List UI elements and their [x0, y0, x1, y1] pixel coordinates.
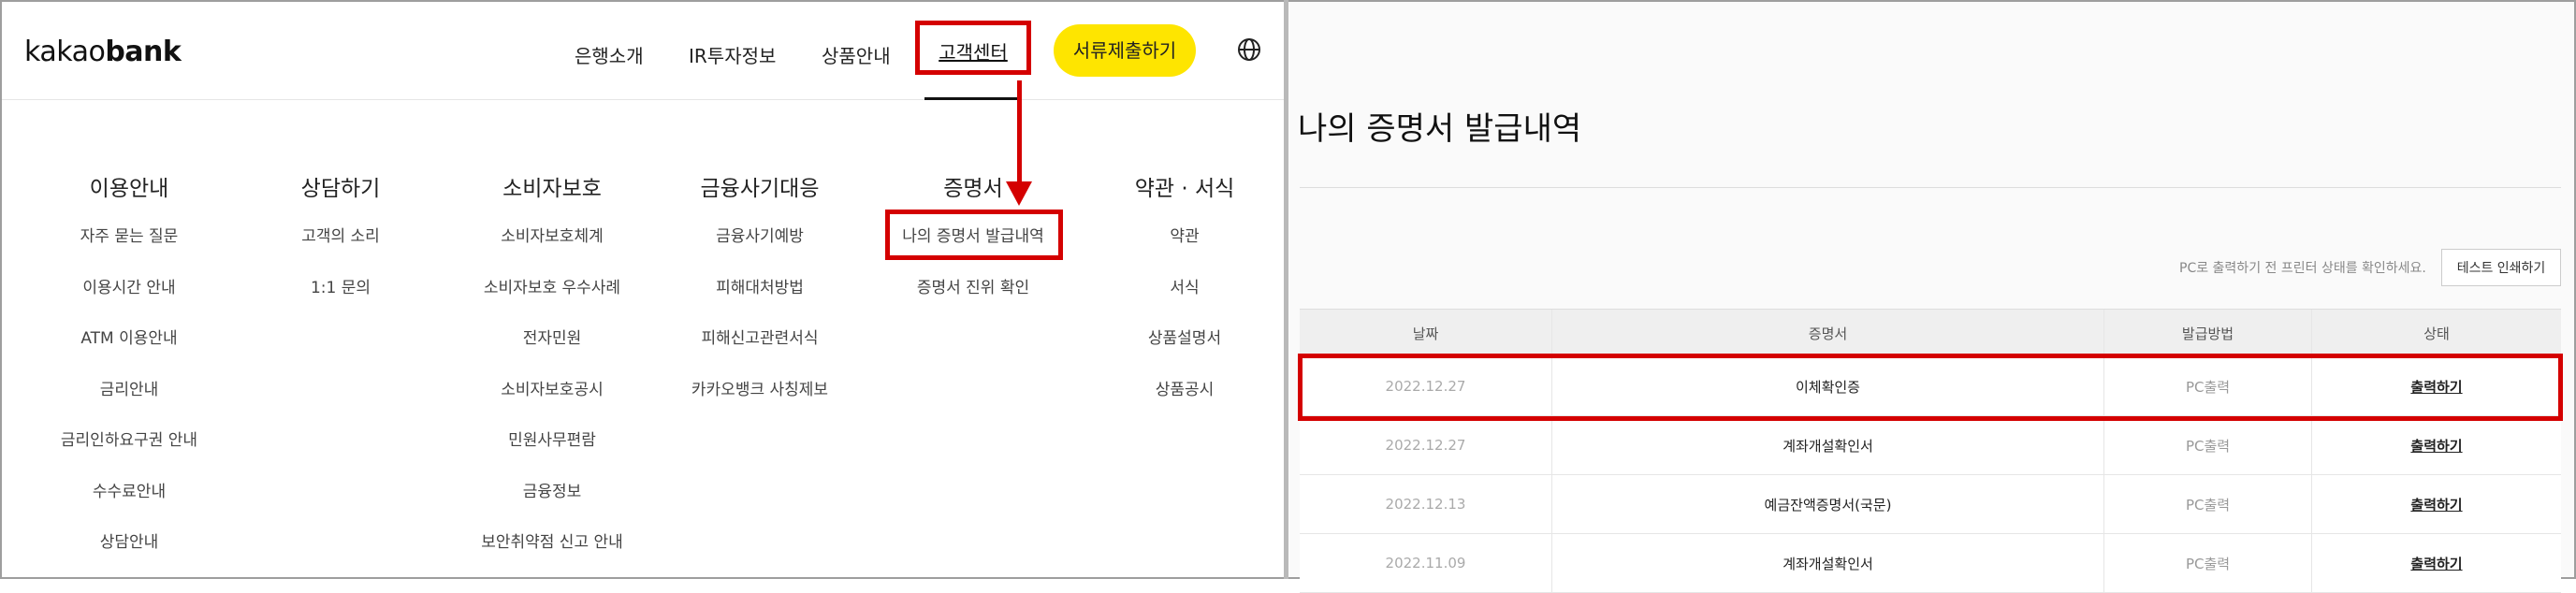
arrow-annotation-head — [1006, 181, 1032, 206]
menu-item-terms[interactable]: 약관 — [1072, 211, 1297, 263]
table-row: 2022.12.13 예금잔액증명서(국문) PC출력 출력하기 — [1300, 475, 2561, 534]
row-certificate: 예금잔액증명서(국문) — [1552, 475, 2104, 533]
menu-item-response[interactable]: 피해대처방법 — [648, 263, 872, 314]
submit-documents-button[interactable]: 서류제출하기 — [1054, 24, 1196, 77]
menu-item-e-complaint[interactable]: 전자민원 — [440, 313, 664, 365]
menu-column-consumer: 소비자보호 소비자보호체계 소비자보호 우수사례 전자민원 소비자보호공시 민원… — [440, 170, 664, 569]
row-method: PC출력 — [2104, 534, 2312, 592]
menu-column-terms: 약관 · 서식 약관 서식 상품설명서 상품공시 — [1072, 170, 1297, 415]
active-nav-underline — [924, 97, 1022, 100]
menu-item-rate-cut[interactable]: 금리인하요구권 안내 — [17, 415, 241, 467]
menu-column-consult: 상담하기 고객의 소리 1:1 문의 — [228, 170, 453, 313]
menu-item-handbook[interactable]: 민원사무편람 — [440, 415, 664, 467]
row-date: 2022.12.13 — [1300, 475, 1552, 533]
menu-item-product-disclosure[interactable]: 상품공시 — [1072, 365, 1297, 416]
menu-item-forms[interactable]: 피해신고관련서식 — [648, 313, 872, 365]
menu-item-faq[interactable]: 자주 묻는 질문 — [17, 211, 241, 263]
menu-column-title: 금융사기대응 — [700, 177, 820, 201]
menu-item-system[interactable]: 소비자보호체계 — [440, 211, 664, 263]
row-method: PC출력 — [2104, 475, 2312, 533]
logo-text-light: kakao — [24, 36, 106, 68]
print-link[interactable]: 출력하기 — [2410, 495, 2462, 514]
menu-item-security-report[interactable]: 보안취약점 신고 안내 — [440, 517, 664, 569]
right-panel: 나의 증명서 발급내역 PC로 출력하기 전 프린터 상태를 확인하세요. 테스… — [1288, 2, 2574, 593]
title-divider — [1300, 187, 2561, 188]
logo-text-bold: bank — [105, 36, 182, 68]
menu-column-title: 이용안내 — [89, 177, 169, 201]
highlight-box-my-certificates — [885, 210, 1063, 260]
kakaobank-logo[interactable]: kakaobank — [24, 36, 182, 68]
arrow-annotation-line — [1017, 80, 1022, 183]
globe-icon[interactable] — [1237, 37, 1261, 62]
header-certificate: 증명서 — [1552, 310, 2104, 356]
nav-item-products[interactable]: 상품안내 — [822, 41, 891, 68]
top-navigation: kakaobank 은행소개 IR투자정보 상품안내 고객센터 서류제출하기 — [2, 2, 1284, 100]
menu-item-forms-docs[interactable]: 서식 — [1072, 263, 1297, 314]
row-date: 2022.11.09 — [1300, 534, 1552, 592]
menu-item-product-desc[interactable]: 상품설명서 — [1072, 313, 1297, 365]
print-link[interactable]: 출력하기 — [2410, 436, 2462, 456]
row-certificate: 계좌개설확인서 — [1552, 534, 2104, 592]
menu-item-consult-info[interactable]: 상담안내 — [17, 517, 241, 569]
menu-column-title: 상담하기 — [300, 177, 381, 201]
certificate-table: 날짜 증명서 발급방법 상태 2022.12.27 이체확인증 PC출력 출력하… — [1300, 309, 2561, 593]
print-link[interactable]: 출력하기 — [2410, 554, 2462, 573]
menu-item-cases[interactable]: 소비자보호 우수사례 — [440, 263, 664, 314]
header-method: 발급방법 — [2104, 310, 2312, 356]
header-date: 날짜 — [1300, 310, 1552, 356]
row-certificate: 계좌개설확인서 — [1552, 416, 2104, 474]
menu-item-fees[interactable]: 수수료안내 — [17, 467, 241, 518]
menu-column-title: 약관 · 서식 — [1134, 177, 1235, 201]
menu-item-fin-info[interactable]: 금융정보 — [440, 467, 664, 518]
menu-column-title: 소비자보호 — [502, 177, 602, 201]
menu-column-title: 증명서 — [943, 177, 1003, 201]
nav-item-about[interactable]: 은행소개 — [575, 41, 644, 68]
menu-item-hours[interactable]: 이용시간 안내 — [17, 263, 241, 314]
row-date: 2022.12.27 — [1300, 416, 1552, 474]
table-row: 2022.11.09 계좌개설확인서 PC출력 출력하기 — [1300, 534, 2561, 593]
menu-item-atm[interactable]: ATM 이용안내 — [17, 313, 241, 365]
nav-item-ir[interactable]: IR투자정보 — [689, 41, 776, 68]
nav-item-customer-center-label: 고객센터 — [939, 41, 1008, 64]
test-print-button[interactable]: 테스트 인쇄하기 — [2441, 249, 2561, 286]
menu-item-voice[interactable]: 고객의 소리 — [228, 211, 453, 263]
page-title: 나의 증명서 발급내역 — [1298, 110, 1582, 148]
menu-item-disclosure[interactable]: 소비자보호공시 — [440, 365, 664, 416]
menu-item-verify[interactable]: 증명서 진위 확인 — [861, 263, 1085, 314]
table-row: 2022.12.27 계좌개설확인서 PC출력 출력하기 — [1300, 416, 2561, 475]
nav-item-customer-center[interactable]: 고객센터 — [915, 21, 1031, 75]
header-status: 상태 — [2423, 325, 2450, 342]
menu-column-fraud: 금융사기대응 금융사기예방 피해대처방법 피해신고관련서식 카카오뱅크 사칭제보 — [648, 170, 872, 415]
menu-column-usage: 이용안내 자주 묻는 질문 이용시간 안내 ATM 이용안내 금리안내 금리인하… — [17, 170, 241, 569]
row-method: PC출력 — [2104, 416, 2312, 474]
menu-item-impersonation[interactable]: 카카오뱅크 사칭제보 — [648, 365, 872, 416]
table-header: 날짜 증명서 발급방법 상태 — [1300, 309, 2561, 357]
left-panel: kakaobank 은행소개 IR투자정보 상품안내 고객센터 서류제출하기 이… — [2, 2, 1284, 577]
print-hint-text: PC로 출력하기 전 프린터 상태를 확인하세요. — [2179, 261, 2426, 276]
menu-item-prevent[interactable]: 금융사기예방 — [648, 211, 872, 263]
highlight-box-first-row — [1298, 354, 2563, 421]
menu-item-rates[interactable]: 금리안내 — [17, 365, 241, 416]
menu-item-inquiry[interactable]: 1:1 문의 — [228, 263, 453, 314]
